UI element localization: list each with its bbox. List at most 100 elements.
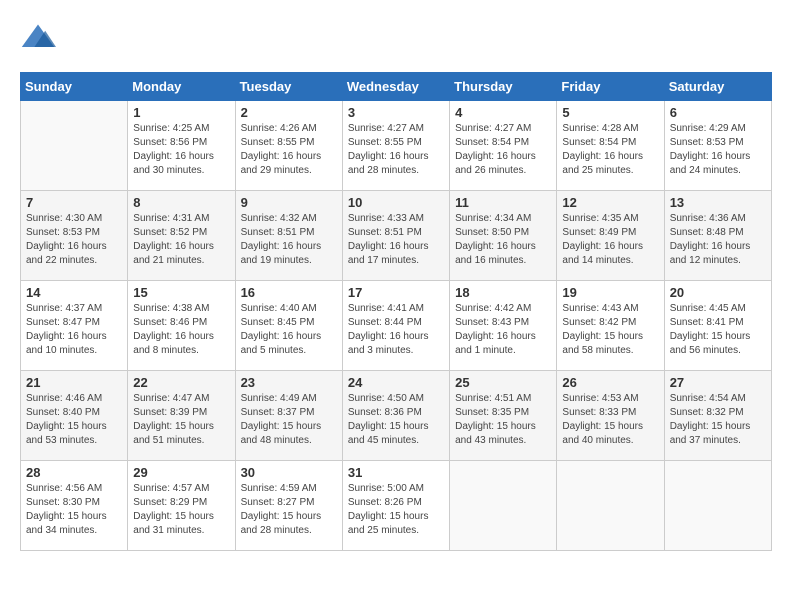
cell-3-3: 24 Sunrise: 4:50 AMSunset: 8:36 PMDaylig… <box>342 371 449 461</box>
day-number: 15 <box>133 285 229 300</box>
day-number: 31 <box>348 465 444 480</box>
cell-info: Sunrise: 4:50 AMSunset: 8:36 PMDaylight:… <box>348 393 429 446</box>
cell-2-2: 16 Sunrise: 4:40 AMSunset: 8:45 PMDaylig… <box>235 281 342 371</box>
day-number: 14 <box>26 285 122 300</box>
day-number: 2 <box>241 105 337 120</box>
cell-3-0: 21 Sunrise: 4:46 AMSunset: 8:40 PMDaylig… <box>21 371 128 461</box>
cell-1-4: 11 Sunrise: 4:34 AMSunset: 8:50 PMDaylig… <box>450 191 557 281</box>
page-header <box>20 20 772 56</box>
cell-info: Sunrise: 4:32 AMSunset: 8:51 PMDaylight:… <box>241 213 322 266</box>
cell-2-0: 14 Sunrise: 4:37 AMSunset: 8:47 PMDaylig… <box>21 281 128 371</box>
cell-info: Sunrise: 4:37 AMSunset: 8:47 PMDaylight:… <box>26 303 107 356</box>
cell-2-3: 17 Sunrise: 4:41 AMSunset: 8:44 PMDaylig… <box>342 281 449 371</box>
cell-3-5: 26 Sunrise: 4:53 AMSunset: 8:33 PMDaylig… <box>557 371 664 461</box>
cell-3-1: 22 Sunrise: 4:47 AMSunset: 8:39 PMDaylig… <box>128 371 235 461</box>
week-row-3: 14 Sunrise: 4:37 AMSunset: 8:47 PMDaylig… <box>21 281 772 371</box>
cell-4-4 <box>450 461 557 551</box>
day-number: 4 <box>455 105 551 120</box>
cell-2-5: 19 Sunrise: 4:43 AMSunset: 8:42 PMDaylig… <box>557 281 664 371</box>
cell-info: Sunrise: 4:57 AMSunset: 8:29 PMDaylight:… <box>133 483 214 536</box>
cell-info: Sunrise: 4:54 AMSunset: 8:32 PMDaylight:… <box>670 393 751 446</box>
cell-info: Sunrise: 5:00 AMSunset: 8:26 PMDaylight:… <box>348 483 429 536</box>
day-number: 13 <box>670 195 766 210</box>
cell-info: Sunrise: 4:43 AMSunset: 8:42 PMDaylight:… <box>562 303 643 356</box>
cell-info: Sunrise: 4:38 AMSunset: 8:46 PMDaylight:… <box>133 303 214 356</box>
cell-1-1: 8 Sunrise: 4:31 AMSunset: 8:52 PMDayligh… <box>128 191 235 281</box>
header-tuesday: Tuesday <box>235 73 342 101</box>
day-number: 9 <box>241 195 337 210</box>
cell-0-6: 6 Sunrise: 4:29 AMSunset: 8:53 PMDayligh… <box>664 101 771 191</box>
cell-4-3: 31 Sunrise: 5:00 AMSunset: 8:26 PMDaylig… <box>342 461 449 551</box>
day-number: 29 <box>133 465 229 480</box>
cell-info: Sunrise: 4:34 AMSunset: 8:50 PMDaylight:… <box>455 213 536 266</box>
cell-info: Sunrise: 4:41 AMSunset: 8:44 PMDaylight:… <box>348 303 429 356</box>
day-number: 19 <box>562 285 658 300</box>
cell-info: Sunrise: 4:36 AMSunset: 8:48 PMDaylight:… <box>670 213 751 266</box>
cell-info: Sunrise: 4:27 AMSunset: 8:54 PMDaylight:… <box>455 123 536 176</box>
cell-info: Sunrise: 4:56 AMSunset: 8:30 PMDaylight:… <box>26 483 107 536</box>
week-row-1: 1 Sunrise: 4:25 AMSunset: 8:56 PMDayligh… <box>21 101 772 191</box>
cell-2-4: 18 Sunrise: 4:42 AMSunset: 8:43 PMDaylig… <box>450 281 557 371</box>
cell-info: Sunrise: 4:26 AMSunset: 8:55 PMDaylight:… <box>241 123 322 176</box>
cell-info: Sunrise: 4:40 AMSunset: 8:45 PMDaylight:… <box>241 303 322 356</box>
cell-0-1: 1 Sunrise: 4:25 AMSunset: 8:56 PMDayligh… <box>128 101 235 191</box>
day-number: 12 <box>562 195 658 210</box>
logo <box>20 20 60 56</box>
cell-2-1: 15 Sunrise: 4:38 AMSunset: 8:46 PMDaylig… <box>128 281 235 371</box>
cell-0-5: 5 Sunrise: 4:28 AMSunset: 8:54 PMDayligh… <box>557 101 664 191</box>
cell-4-0: 28 Sunrise: 4:56 AMSunset: 8:30 PMDaylig… <box>21 461 128 551</box>
cell-info: Sunrise: 4:59 AMSunset: 8:27 PMDaylight:… <box>241 483 322 536</box>
week-row-4: 21 Sunrise: 4:46 AMSunset: 8:40 PMDaylig… <box>21 371 772 461</box>
cell-info: Sunrise: 4:42 AMSunset: 8:43 PMDaylight:… <box>455 303 536 356</box>
cell-0-4: 4 Sunrise: 4:27 AMSunset: 8:54 PMDayligh… <box>450 101 557 191</box>
header-monday: Monday <box>128 73 235 101</box>
cell-info: Sunrise: 4:49 AMSunset: 8:37 PMDaylight:… <box>241 393 322 446</box>
cell-info: Sunrise: 4:30 AMSunset: 8:53 PMDaylight:… <box>26 213 107 266</box>
day-number: 11 <box>455 195 551 210</box>
header-thursday: Thursday <box>450 73 557 101</box>
cell-1-6: 13 Sunrise: 4:36 AMSunset: 8:48 PMDaylig… <box>664 191 771 281</box>
cell-info: Sunrise: 4:45 AMSunset: 8:41 PMDaylight:… <box>670 303 751 356</box>
day-number: 22 <box>133 375 229 390</box>
cell-info: Sunrise: 4:25 AMSunset: 8:56 PMDaylight:… <box>133 123 214 176</box>
cell-info: Sunrise: 4:27 AMSunset: 8:55 PMDaylight:… <box>348 123 429 176</box>
day-number: 23 <box>241 375 337 390</box>
day-number: 6 <box>670 105 766 120</box>
cell-3-6: 27 Sunrise: 4:54 AMSunset: 8:32 PMDaylig… <box>664 371 771 461</box>
logo-icon <box>20 20 56 56</box>
cell-0-0 <box>21 101 128 191</box>
day-number: 8 <box>133 195 229 210</box>
cell-info: Sunrise: 4:51 AMSunset: 8:35 PMDaylight:… <box>455 393 536 446</box>
day-number: 17 <box>348 285 444 300</box>
cell-1-5: 12 Sunrise: 4:35 AMSunset: 8:49 PMDaylig… <box>557 191 664 281</box>
cell-4-6 <box>664 461 771 551</box>
cell-0-3: 3 Sunrise: 4:27 AMSunset: 8:55 PMDayligh… <box>342 101 449 191</box>
day-number: 26 <box>562 375 658 390</box>
week-row-2: 7 Sunrise: 4:30 AMSunset: 8:53 PMDayligh… <box>21 191 772 281</box>
cell-info: Sunrise: 4:31 AMSunset: 8:52 PMDaylight:… <box>133 213 214 266</box>
cell-2-6: 20 Sunrise: 4:45 AMSunset: 8:41 PMDaylig… <box>664 281 771 371</box>
cell-4-5 <box>557 461 664 551</box>
cell-1-3: 10 Sunrise: 4:33 AMSunset: 8:51 PMDaylig… <box>342 191 449 281</box>
day-number: 3 <box>348 105 444 120</box>
day-number: 5 <box>562 105 658 120</box>
cell-info: Sunrise: 4:53 AMSunset: 8:33 PMDaylight:… <box>562 393 643 446</box>
cell-info: Sunrise: 4:28 AMSunset: 8:54 PMDaylight:… <box>562 123 643 176</box>
cell-1-0: 7 Sunrise: 4:30 AMSunset: 8:53 PMDayligh… <box>21 191 128 281</box>
day-number: 30 <box>241 465 337 480</box>
cell-4-1: 29 Sunrise: 4:57 AMSunset: 8:29 PMDaylig… <box>128 461 235 551</box>
day-number: 28 <box>26 465 122 480</box>
header-wednesday: Wednesday <box>342 73 449 101</box>
day-number: 24 <box>348 375 444 390</box>
week-row-5: 28 Sunrise: 4:56 AMSunset: 8:30 PMDaylig… <box>21 461 772 551</box>
day-number: 25 <box>455 375 551 390</box>
cell-info: Sunrise: 4:47 AMSunset: 8:39 PMDaylight:… <box>133 393 214 446</box>
day-number: 16 <box>241 285 337 300</box>
day-number: 10 <box>348 195 444 210</box>
header-sunday: Sunday <box>21 73 128 101</box>
calendar-header-row: SundayMondayTuesdayWednesdayThursdayFrid… <box>21 73 772 101</box>
cell-4-2: 30 Sunrise: 4:59 AMSunset: 8:27 PMDaylig… <box>235 461 342 551</box>
cell-3-2: 23 Sunrise: 4:49 AMSunset: 8:37 PMDaylig… <box>235 371 342 461</box>
cell-3-4: 25 Sunrise: 4:51 AMSunset: 8:35 PMDaylig… <box>450 371 557 461</box>
cell-info: Sunrise: 4:46 AMSunset: 8:40 PMDaylight:… <box>26 393 107 446</box>
